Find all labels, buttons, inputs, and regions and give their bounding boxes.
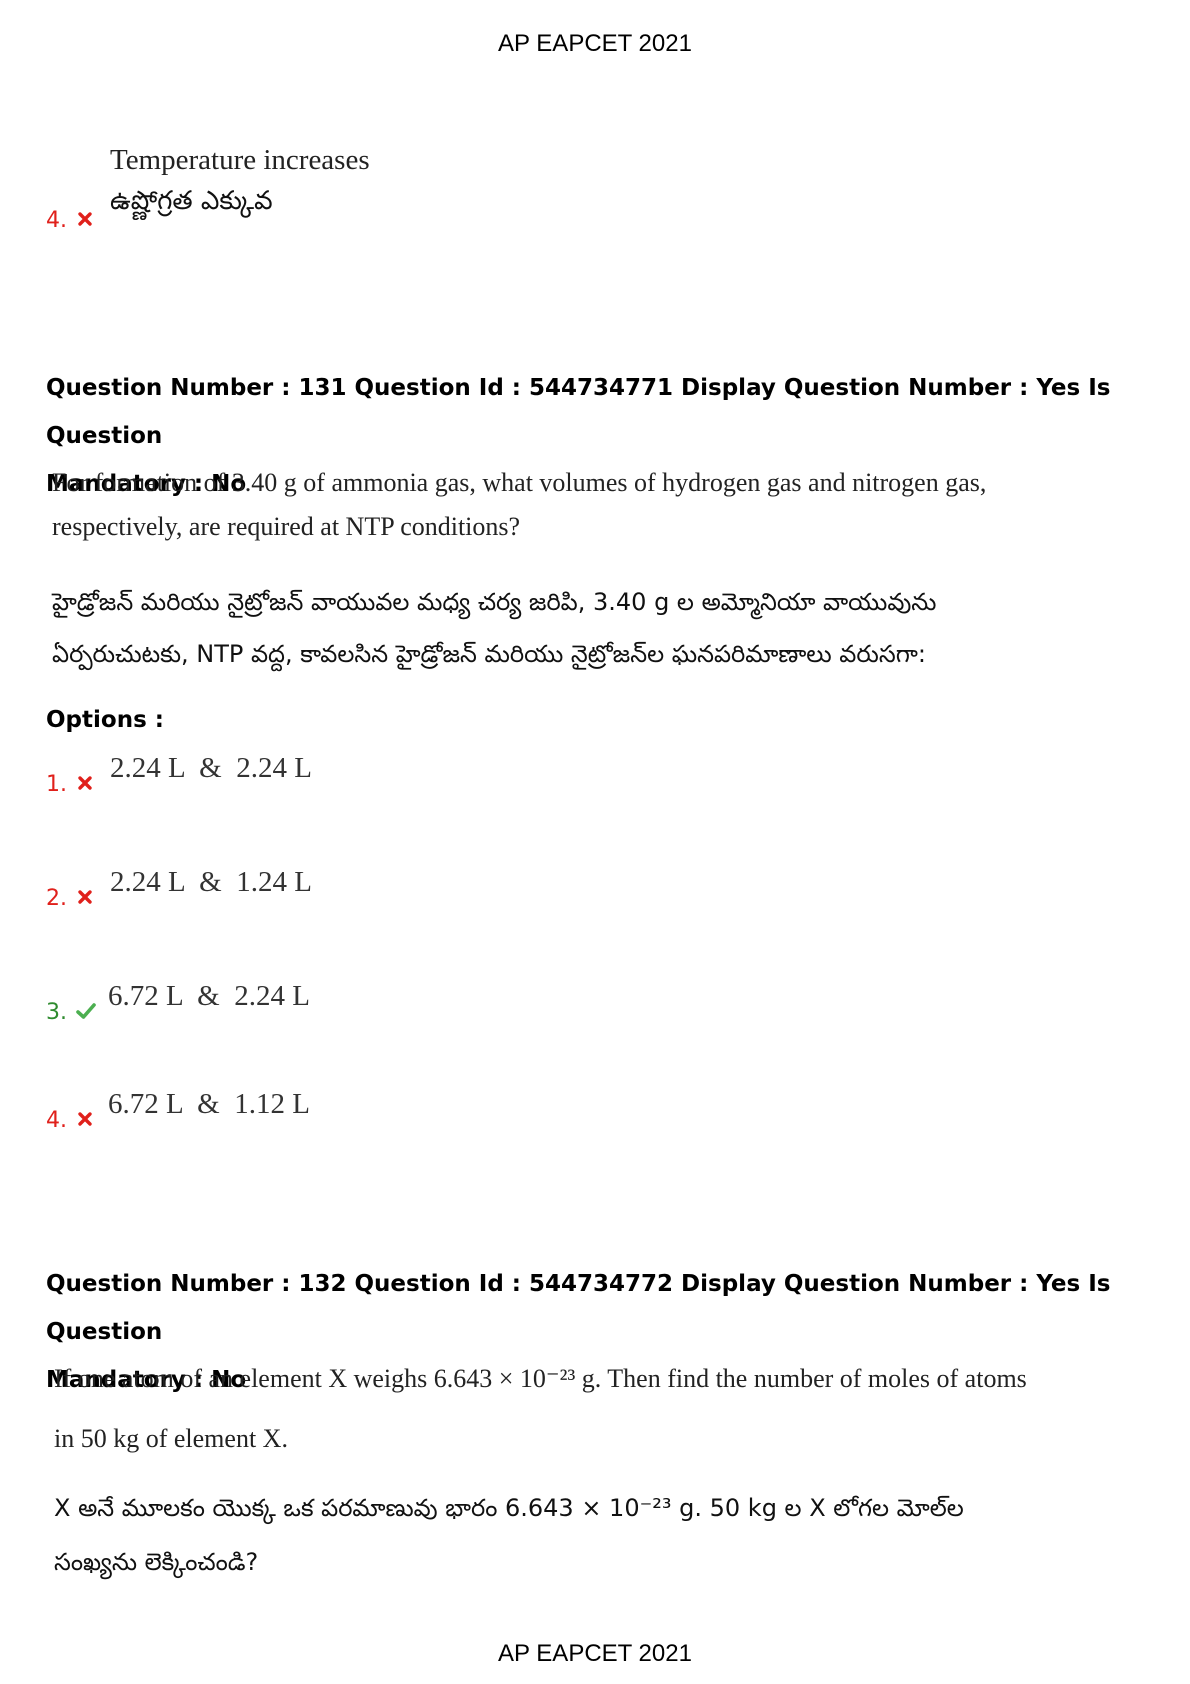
question-132-english-line1: If one atom of an element X weighs 6.643… (54, 1364, 1027, 1393)
question-132-title-line1: Question Number : 132 Question Id : 5447… (46, 1271, 1111, 1345)
option-2-number: 2. (46, 886, 67, 911)
question-131-english-line2: respectively, are required at NTP condit… (52, 512, 521, 541)
cross-icon (78, 890, 92, 904)
page-footer: AP EAPCET 2021 (498, 1640, 692, 1667)
option-4-text: 6.72 L & 1.12 L (108, 1088, 310, 1120)
option-4-number: 4. (46, 1108, 67, 1133)
question-132-telugu-line2: సంఖ్యను లెక్కించండి? (54, 1548, 259, 1576)
option-3-number: 3. (46, 1000, 67, 1025)
question-131-english-line1: For formation of 3.40 g of ammonia gas, … (52, 468, 987, 497)
prev-option-english: Temperature increases (110, 144, 370, 176)
option-3-text: 6.72 L & 2.24 L (108, 980, 310, 1012)
option-2-text: 2.24 L & 1.24 L (110, 866, 312, 898)
cross-icon (78, 212, 92, 226)
question-131-telugu-line1: హైడ్రోజన్ మరియు నైట్రోజన్ వాయువల మధ్య చర… (52, 588, 937, 616)
page-header: AP EAPCET 2021 (498, 30, 692, 57)
question-132-telugu-line1: X అనే మూలకం యొక్క ఒక పరమాణువు భారం 6.643… (54, 1494, 964, 1522)
cross-icon (78, 776, 92, 790)
question-131-telugu-line2: ఏర్పరుచుటకు, NTP వద్ద, కావలసిన హైడ్రోజన్… (52, 640, 926, 668)
question-132-english-line2: in 50 kg of element X. (54, 1424, 288, 1453)
question-131-title-line1: Question Number : 131 Question Id : 5447… (46, 375, 1111, 449)
check-icon (76, 1003, 96, 1019)
prev-option-number: 4. (46, 208, 67, 233)
prev-option-telugu: ఉష్ణోగ్రత ఎక్కువ (110, 186, 273, 216)
options-label: Options : (46, 707, 164, 733)
cross-icon (78, 1112, 92, 1126)
option-1-number: 1. (46, 772, 67, 797)
option-1-text: 2.24 L & 2.24 L (110, 752, 312, 784)
